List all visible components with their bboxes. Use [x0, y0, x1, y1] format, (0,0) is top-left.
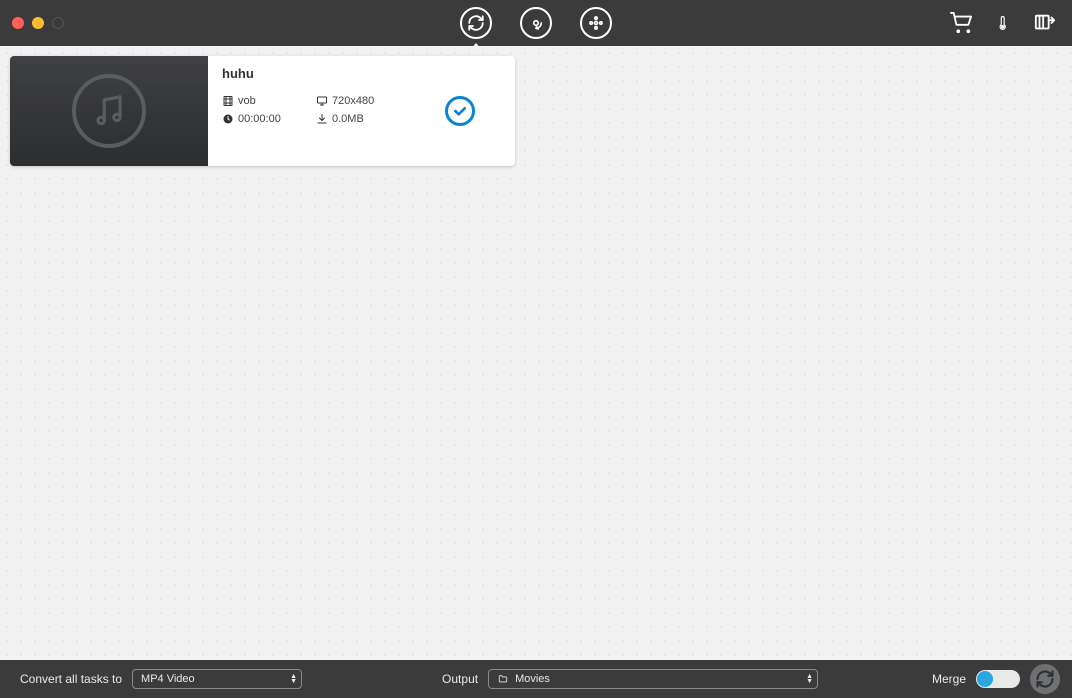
performance-button[interactable] [996, 11, 1010, 35]
convert-all-label: Convert all tasks to [20, 672, 122, 686]
task-selected-toggle[interactable] [445, 96, 475, 126]
task-format-value: vob [238, 95, 256, 107]
film-reel-icon [587, 14, 605, 32]
media-collection-icon [1032, 12, 1058, 34]
task-duration-value: 00:00:00 [238, 113, 281, 125]
select-stepper-icon: ▲▼ [290, 674, 297, 684]
output-path-label: Output [442, 672, 478, 686]
task-list-area: huhu vob 720x480 [0, 46, 1072, 660]
folder-icon [497, 674, 509, 684]
output-format-select[interactable]: MP4 Video ▲▼ [132, 669, 302, 689]
start-convert-button[interactable] [1030, 664, 1060, 694]
task-duration: 00:00:00 [222, 113, 312, 125]
output-path-select[interactable]: Movies ▲▼ [488, 669, 818, 689]
task-size: 0.0MB [316, 113, 416, 125]
media-library-button[interactable] [1032, 12, 1058, 34]
zoom-window-button[interactable] [52, 17, 64, 29]
bottom-bar: Convert all tasks to MP4 Video ▲▼ Output… [0, 660, 1072, 698]
merge-toggle[interactable] [976, 670, 1020, 688]
task-size-value: 0.0MB [332, 113, 364, 125]
disc-mode-button[interactable] [520, 7, 552, 39]
mode-switcher [460, 0, 612, 46]
checkmark-icon [452, 103, 468, 119]
task-details: huhu vob 720x480 [208, 56, 515, 166]
close-window-button[interactable] [12, 17, 24, 29]
movie-mode-button[interactable] [580, 7, 612, 39]
monitor-icon [316, 95, 328, 107]
task-format: vob [222, 95, 312, 107]
task-card[interactable]: huhu vob 720x480 [10, 56, 515, 166]
toolbar-right [948, 11, 1072, 35]
store-button[interactable] [948, 12, 974, 34]
toggle-knob [977, 671, 993, 687]
task-title: huhu [222, 66, 501, 81]
disc-arrow-icon [527, 14, 545, 32]
output-path-value: Movies [515, 673, 550, 685]
minimize-window-button[interactable] [32, 17, 44, 29]
window-controls [0, 17, 64, 29]
file-format-icon [222, 95, 234, 107]
task-resolution-value: 720x480 [332, 95, 374, 107]
convert-mode-button[interactable] [460, 7, 492, 39]
task-thumbnail [10, 56, 208, 166]
task-resolution: 720x480 [316, 95, 416, 107]
output-format-value: MP4 Video [141, 673, 195, 685]
sync-arrows-icon [467, 14, 485, 32]
clock-icon [222, 113, 234, 125]
download-icon [316, 113, 328, 125]
music-note-icon [72, 74, 146, 148]
thermometer-icon [996, 11, 1010, 35]
select-stepper-icon: ▲▼ [806, 674, 813, 684]
convert-icon [1035, 669, 1055, 689]
merge-label: Merge [932, 672, 966, 686]
titlebar [0, 0, 1072, 46]
shopping-cart-icon [948, 12, 974, 34]
